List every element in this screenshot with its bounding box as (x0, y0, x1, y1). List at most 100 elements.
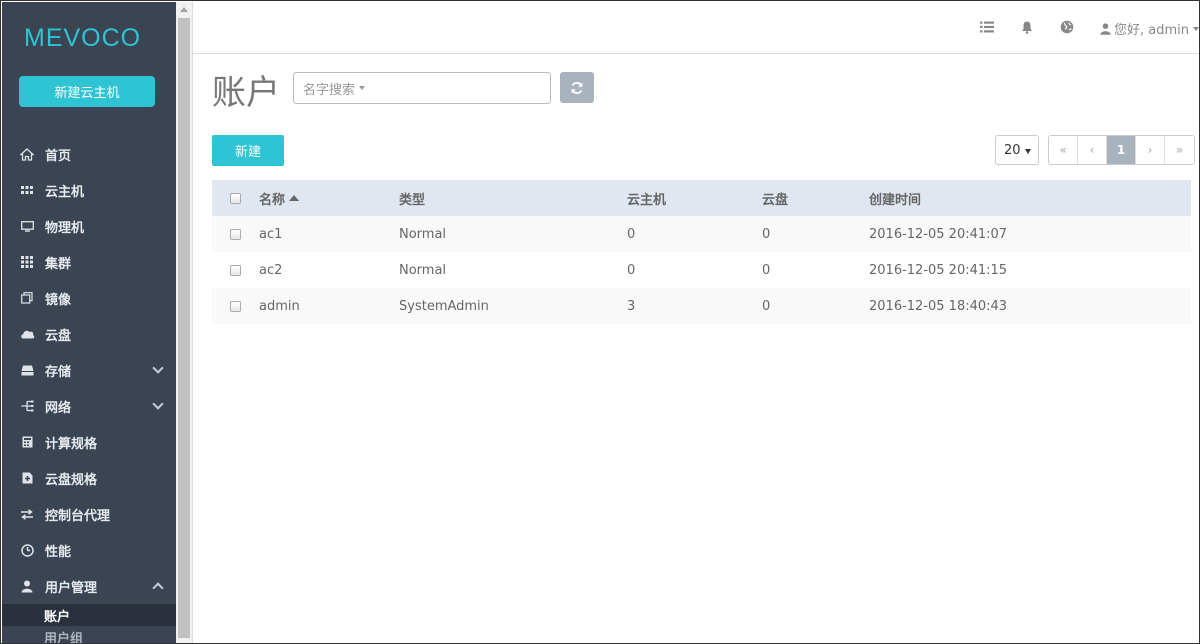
refresh-button[interactable] (560, 72, 594, 103)
cell-name[interactable]: admin (259, 299, 399, 314)
sidebar-item-label: 云盘 (45, 328, 72, 344)
sidebar-subitem-user-groups[interactable]: 用户组 (2, 626, 176, 644)
scroll-up-arrow-icon[interactable] (180, 7, 188, 12)
column-header-vms[interactable]: 云主机 (627, 189, 762, 208)
column-header-disks[interactable]: 云盘 (762, 189, 869, 208)
sidebar-item-performance[interactable]: 性能 (2, 532, 176, 568)
cell-type: Normal (399, 262, 447, 278)
sidebar-item-host[interactable]: 物理机 (2, 208, 176, 244)
list-icon[interactable] (979, 19, 995, 35)
sidebar-item-label: 云主机 (45, 184, 85, 200)
sidebar-item-label: 控制台代理 (45, 508, 111, 524)
cell-created: 2016-12-05 20:41:07 (869, 226, 1008, 242)
sidebar-item-label: 网络 (45, 400, 72, 416)
sidebar-item-volume[interactable]: 云盘 (2, 316, 176, 352)
cell-name[interactable]: ac2 (259, 263, 399, 278)
scroll-thumb[interactable] (178, 18, 190, 638)
row-checkbox[interactable] (230, 264, 241, 276)
sidebar-item-label: 存储 (45, 364, 72, 380)
sidebar-item-storage[interactable]: 存储 (2, 352, 176, 388)
sidebar-item-disk-offering[interactable]: 云盘规格 (2, 460, 176, 496)
table-row[interactable]: admin SystemAdmin 3 0 2016-12-05 18:40:4… (212, 288, 1191, 324)
compute-spec-icon (19, 434, 35, 450)
column-header-name[interactable]: 名称 (259, 189, 399, 208)
home-icon (19, 146, 35, 162)
bell-icon[interactable] (1019, 19, 1035, 35)
sidebar-item-instance-offering[interactable]: 计算规格 (2, 424, 176, 460)
column-header-label: 名称 (259, 192, 286, 208)
pager-next-button[interactable]: › (1136, 136, 1165, 164)
sidebar-scrollbar[interactable] (176, 2, 193, 643)
cell-vms: 0 (627, 226, 636, 242)
chevron-down-icon[interactable] (152, 398, 164, 410)
table-row[interactable]: ac1 Normal 0 0 2016-12-05 20:41:07 (212, 216, 1191, 252)
column-header-type[interactable]: 类型 (399, 189, 627, 208)
cell-name[interactable]: ac1 (259, 227, 399, 242)
row-checkbox[interactable] (230, 228, 241, 240)
brand-logo[interactable]: MEVOCO (24, 24, 141, 53)
sidebar-item-home[interactable]: 首页 (2, 136, 176, 172)
cell-created: 2016-12-05 18:40:43 (869, 298, 1008, 314)
cell-vms: 3 (627, 298, 636, 314)
disk-spec-icon (19, 470, 35, 486)
image-copy-icon (19, 290, 35, 306)
pager-current-page[interactable]: 1 (1107, 136, 1136, 164)
page-size-value: 20 (1004, 142, 1021, 158)
create-account-button[interactable]: 新建 (212, 135, 284, 166)
topbar: 您好, admin (193, 2, 1199, 54)
sidebar-item-label: 物理机 (45, 220, 85, 236)
app-frame: MEVOCO 新建云主机 首页 云主机 物理机 集群 镜像 云盘 存储 网络 计… (0, 0, 1200, 644)
cell-vms: 0 (627, 262, 636, 278)
page-size-select[interactable]: 20 (995, 135, 1039, 165)
sidebar-item-label: 首页 (45, 148, 72, 164)
cell-disks: 0 (762, 262, 771, 278)
sidebar-item-vm[interactable]: 云主机 (2, 172, 176, 208)
name-search-dropdown[interactable]: 名字搜索 (293, 72, 551, 104)
monitor-icon (19, 218, 35, 234)
caret-down-icon (1025, 149, 1031, 154)
pagination: « ‹ 1 › » (1048, 135, 1195, 165)
chevron-down-icon[interactable] (152, 362, 164, 374)
new-vm-button[interactable]: 新建云主机 (19, 76, 155, 107)
sidebar-item-label: 集群 (45, 256, 72, 272)
sidebar-item-label: 用户管理 (45, 580, 98, 596)
table-row[interactable]: ac2 Normal 0 0 2016-12-05 20:41:15 (212, 252, 1191, 288)
sidebar: MEVOCO 新建云主机 首页 云主机 物理机 集群 镜像 云盘 存储 网络 计… (2, 2, 176, 644)
cell-disks: 0 (762, 298, 771, 314)
sidebar-item-label: 性能 (45, 544, 72, 560)
cell-type: SystemAdmin (399, 298, 489, 314)
sidebar-item-network[interactable]: 网络 (2, 388, 176, 424)
pager-first-button[interactable]: « (1049, 136, 1078, 164)
storage-icon (19, 362, 35, 378)
column-header-created[interactable]: 创建时间 (869, 189, 1191, 208)
chevron-up-icon[interactable] (152, 582, 164, 594)
refresh-icon (570, 81, 584, 95)
cloud-icon (19, 326, 35, 342)
dashboard-icon (19, 542, 35, 558)
row-checkbox[interactable] (230, 300, 241, 312)
caret-down-icon (1193, 26, 1199, 31)
cell-type: Normal (399, 226, 447, 242)
pager-prev-button[interactable]: ‹ (1078, 136, 1107, 164)
sort-ascending-icon (289, 195, 300, 201)
accounts-table: 名称 类型 云主机 云盘 创建时间 ac1 Normal 0 0 2016-12… (212, 180, 1191, 324)
sidebar-item-console-proxy[interactable]: 控制台代理 (2, 496, 176, 532)
cluster-grid-icon (19, 254, 35, 270)
sidebar-nav: 首页 云主机 物理机 集群 镜像 云盘 存储 网络 计算规格 云盘规格 控制台代… (2, 136, 176, 644)
sidebar-item-user-management[interactable]: 用户管理 (2, 568, 176, 604)
pager-last-button[interactable]: » (1165, 136, 1194, 164)
caret-down-icon (359, 86, 366, 90)
sidebar-subitem-accounts[interactable]: 账户 (2, 604, 176, 626)
sidebar-item-cluster[interactable]: 集群 (2, 244, 176, 280)
globe-icon[interactable] (1059, 19, 1075, 35)
cell-created: 2016-12-05 20:41:15 (869, 262, 1008, 278)
sidebar-item-image[interactable]: 镜像 (2, 280, 176, 316)
table-header: 名称 类型 云主机 云盘 创建时间 (212, 180, 1191, 216)
cell-disks: 0 (762, 226, 771, 242)
exchange-icon (19, 506, 35, 522)
page-title: 账户 (212, 73, 280, 113)
select-all-checkbox[interactable] (230, 192, 241, 204)
user-icon (1100, 22, 1111, 35)
user-menu[interactable]: 您好, admin (1100, 19, 1199, 38)
sidebar-item-label: 计算规格 (45, 436, 98, 452)
